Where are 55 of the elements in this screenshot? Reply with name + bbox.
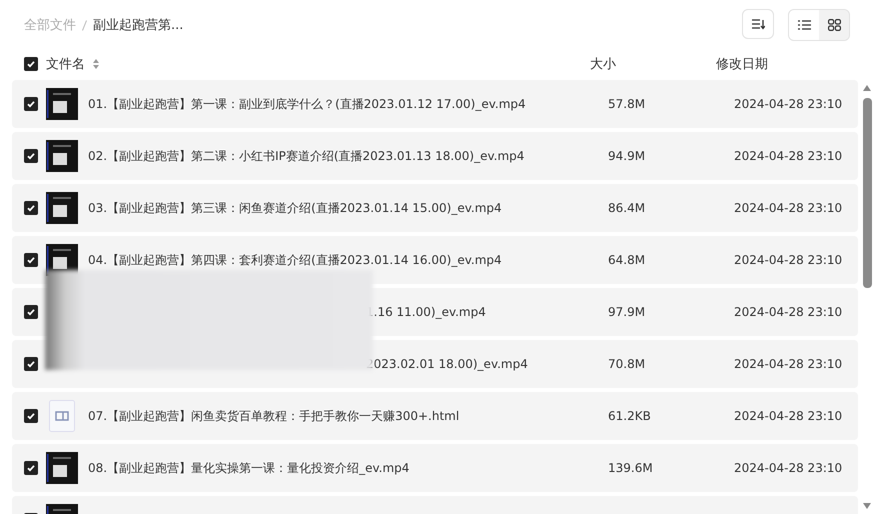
file-row[interactable]: 02.【副业起跑营】第二课：小红书IP赛道介绍(直播2023.01.13 18.00)_ev.mp4 94.9M 2024-04-28 23:10 [12,132,858,180]
file-name[interactable]: 08.【副业起跑营】量化实操第一课：量化投资介绍_ev.mp4 [88,460,598,476]
file-size: 86.4M [608,201,646,215]
file-row[interactable]: 07.【副业起跑营】闲鱼卖货百单教程：手把手教你一天赚300+.html 61.2KB 2024-04-28 23:10 [12,392,858,440]
row-checkbox[interactable] [24,409,38,423]
row-checkbox[interactable] [24,149,38,163]
modified-date: 2024-04-28 23:10 [734,201,842,215]
file-size: 61.2KB [608,409,652,423]
scrollbar-thumb[interactable] [862,98,872,288]
modified-date: 2024-04-28 23:10 [734,461,842,475]
document-icon [46,400,78,432]
scroll-up-icon[interactable] [862,84,872,92]
file-name[interactable]: 01.【副业起跑营】第一课：副业到底学什么？(直播2023.01.12 17.00)_ev.mp4 [88,96,598,112]
column-header[interactable]: 大小 [590,55,716,73]
video-thumbnail [46,88,78,120]
file-name[interactable]: 02.【副业起跑营】第二课：小红书IP赛道介绍(直播2023.01.13 18.00)_ev.mp4 [88,148,598,164]
file-row[interactable]: 08.【副业起跑营】量化实操第一课：量化投资介绍_ev.mp4 139.6M 2024-04-28 23:10 [12,444,858,492]
row-checkbox[interactable] [24,357,38,371]
video-thumbnail [46,192,78,224]
file-size: 64.8M [608,253,646,267]
modified-date: 2024-04-28 23:10 [734,97,842,111]
modified-date: 2024-04-28 23:10 [734,357,842,371]
video-thumbnail [46,452,78,484]
grid-icon [828,19,840,31]
file-name[interactable]: 07.【副业起跑营】闲鱼卖货百单教程：手把手教你一天赚300+.html [88,408,598,424]
sort-button[interactable] [742,9,774,39]
file-row[interactable]: 03.【副业起跑营】第三课：闲鱼赛道介绍(直播2023.01.14 15.00)_ev.mp4 86.4M 2024-04-28 23:10 [12,184,858,232]
select-all-checkbox[interactable] [24,57,38,71]
sort-icon [751,18,765,30]
file-size: 70.8M [608,357,646,371]
file-row[interactable]: 01.【副业起跑营】第一课：副业到底学什么？(直播2023.01.12 17.00)_ev.mp4 57.8M 2024-04-28 23:10 [12,80,858,128]
list-view-button[interactable] [789,10,819,40]
slash-separator-icon [82,20,87,30]
row-checkbox[interactable] [24,461,38,475]
row-checkbox[interactable] [24,305,38,319]
modified-date: 2024-04-28 23:10 [734,409,842,423]
file-size: 97.9M [608,305,646,319]
column-header[interactable]: 文件名 [46,55,85,73]
modified-date: 2024-04-28 23:10 [734,305,842,319]
scroll-down-icon[interactable] [862,502,872,510]
file-size: 139.6M [608,461,654,475]
row-checkbox[interactable] [24,97,38,111]
file-size: 94.9M [608,149,646,163]
modified-date: 2024-04-28 23:10 [734,149,842,163]
row-checkbox[interactable] [24,201,38,215]
video-thumbnail [46,140,78,172]
column-header[interactable]: 修改日期 [716,55,768,73]
list-icon [798,20,810,30]
file-size: 57.8M [608,97,646,111]
row-checkbox[interactable] [24,253,38,267]
file-name[interactable]: 03.【副业起跑营】第三课：闲鱼赛道介绍(直播2023.01.14 15.00)_ev.mp4 [88,200,598,216]
modified-date: 2024-04-28 23:10 [734,253,842,267]
file-name[interactable]: 04.【副业起跑营】第四课：套利赛道介绍(直播2023.01.14 16.00)_ev.mp4 [88,252,598,268]
breadcrumb-link[interactable]: 副业起跑营第... [93,16,184,34]
sort-icon[interactable] [93,59,99,69]
